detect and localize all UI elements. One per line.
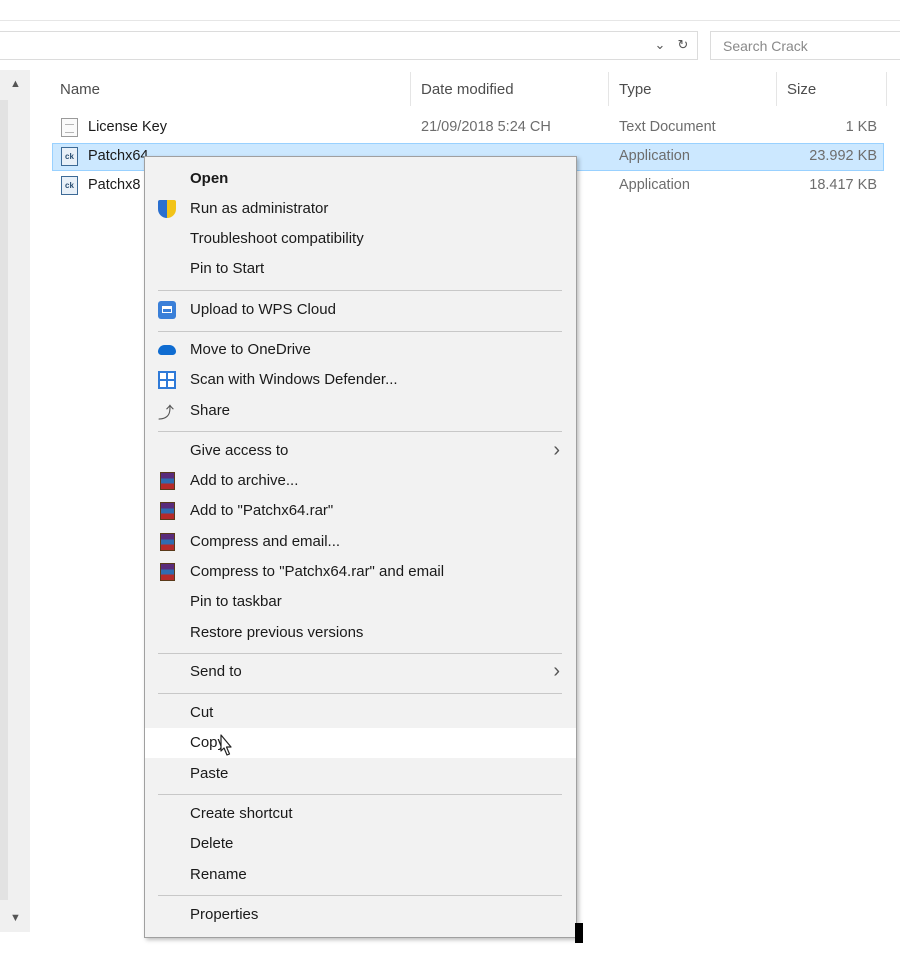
winrar-icon (160, 472, 175, 490)
column-header-type[interactable]: Type (609, 72, 775, 106)
menu-item-compress-and-email[interactable]: Compress and email... (145, 527, 576, 557)
menu-item-scan-with-windows-defender[interactable]: Scan with Windows Defender... (145, 365, 576, 395)
wps-cloud-icon (158, 301, 176, 319)
menu-item-share[interactable]: ⤴ Share (145, 396, 576, 426)
menu-item-restore-previous-versions[interactable]: Restore previous versions (145, 618, 576, 648)
menu-separator (158, 331, 562, 332)
menu-item-give-access-to[interactable]: Give access to › (145, 436, 576, 466)
window-top-border (0, 20, 900, 21)
scroll-up-icon[interactable]: ▲ (10, 78, 21, 90)
column-header-date[interactable]: Date modified (411, 72, 607, 106)
menu-item-run-as-administrator[interactable]: Run as administrator (145, 194, 576, 224)
menu-separator (158, 794, 562, 795)
column-header-size[interactable]: Size (777, 72, 885, 106)
menu-item-delete[interactable]: Delete (145, 829, 576, 859)
search-input[interactable]: Search Crack (710, 31, 900, 60)
menu-separator (158, 431, 562, 432)
menu-item-pin-to-start[interactable]: Pin to Start (145, 254, 576, 284)
menu-item-cut[interactable]: Cut (145, 698, 576, 728)
menu-item-add-to-rar[interactable]: Add to "Patchx64.rar" (145, 496, 576, 526)
application-icon: ck (61, 147, 78, 166)
uac-shield-icon (158, 200, 176, 218)
menu-item-copy[interactable]: Copy (145, 728, 576, 758)
menu-item-add-to-archive[interactable]: Add to archive... (145, 466, 576, 496)
context-menu: Open Run as administrator Troubleshoot c… (144, 156, 577, 938)
share-icon: ⤴ (158, 405, 175, 422)
application-icon: ck (61, 176, 78, 195)
artifact-mark (575, 923, 583, 943)
menu-item-compress-to-rar-and-email[interactable]: Compress to "Patchx64.rar" and email (145, 557, 576, 587)
windows-defender-icon (158, 371, 176, 389)
menu-item-rename[interactable]: Rename (145, 860, 576, 890)
column-header-name[interactable]: Name (50, 72, 408, 106)
refresh-icon[interactable]: ↻ (674, 36, 692, 54)
column-separator (886, 72, 887, 106)
menu-separator (158, 290, 562, 291)
file-row-license-key[interactable]: License Key 21/09/2018 5:24 CH Text Docu… (52, 114, 884, 142)
address-bar[interactable] (0, 31, 698, 60)
menu-separator (158, 895, 562, 896)
menu-item-create-shortcut[interactable]: Create shortcut (145, 799, 576, 829)
scroll-down-icon[interactable]: ▼ (10, 912, 21, 924)
chevron-right-icon: › (553, 439, 560, 461)
navigation-pane-scroll-thumb[interactable] (0, 100, 8, 900)
chevron-right-icon: › (553, 660, 560, 682)
menu-item-send-to[interactable]: Send to › (145, 657, 576, 687)
chevron-down-icon[interactable]: ⌄ (651, 36, 669, 54)
menu-separator (158, 653, 562, 654)
menu-separator (158, 693, 562, 694)
menu-item-paste[interactable]: Paste (145, 759, 576, 789)
menu-item-pin-to-taskbar[interactable]: Pin to taskbar (145, 587, 576, 617)
menu-item-open[interactable]: Open (145, 164, 576, 194)
menu-item-troubleshoot-compatibility[interactable]: Troubleshoot compatibility (145, 224, 576, 254)
onedrive-cloud-icon (158, 345, 176, 355)
text-document-icon (61, 118, 78, 137)
winrar-icon (160, 502, 175, 520)
winrar-icon (160, 533, 175, 551)
menu-item-upload-to-wps-cloud[interactable]: Upload to WPS Cloud (145, 295, 576, 325)
menu-item-move-to-onedrive[interactable]: Move to OneDrive (145, 335, 576, 365)
menu-item-properties[interactable]: Properties (145, 900, 576, 930)
mouse-cursor-icon (220, 734, 232, 756)
winrar-icon (160, 563, 175, 581)
